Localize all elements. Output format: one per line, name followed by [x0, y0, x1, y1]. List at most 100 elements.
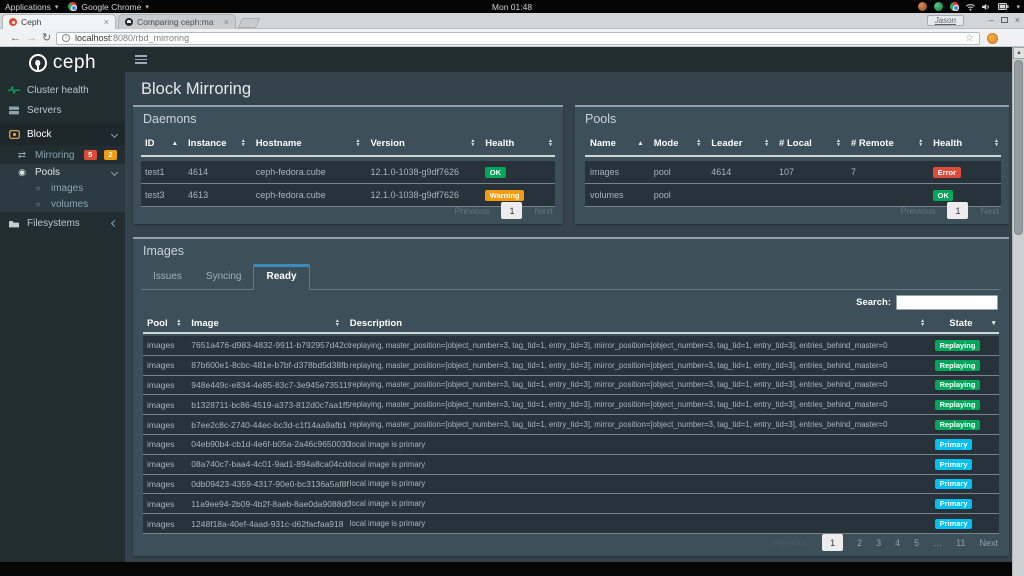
panel-title: Pools [585, 112, 616, 126]
sort-icon: ▲▼ [356, 139, 361, 147]
caret-down-icon[interactable]: ▾ [1016, 3, 1020, 11]
table-row[interactable]: test1 4614 ceph-fedora.cube 12.1.0-1038-… [141, 161, 555, 184]
url-text[interactable]: localhost:8080/rbd_mirroring [75, 33, 960, 43]
search-label: Search: [856, 297, 891, 308]
close-window-button[interactable]: × [1015, 15, 1020, 25]
column-header-hostname[interactable]: Hostname▲▼ [256, 138, 371, 149]
tray-chrome-icon[interactable] [950, 2, 959, 11]
tab-syncing[interactable]: Syncing [194, 265, 254, 289]
ceph-logo-text: ceph [53, 52, 96, 74]
table-row[interactable]: images 948e449c-e834-4e85-83c7-3e945e735… [143, 376, 999, 396]
table-row[interactable]: images 11a9ee94-2b09-4b2f-8aeb-8ae0da908… [143, 494, 999, 514]
battery-icon[interactable] [998, 3, 1009, 10]
next-button[interactable]: Next [980, 206, 999, 216]
column-header-leader[interactable]: Leader▲▼ [711, 138, 779, 149]
reload-button[interactable]: ↻ [42, 31, 51, 45]
page-button[interactable]: 5 [914, 538, 919, 548]
github-favicon-icon [125, 18, 133, 26]
browser-scrollbar[interactable]: ▲ [1012, 47, 1024, 576]
browser-profile-button[interactable]: Jason [927, 15, 964, 26]
page-button[interactable]: 11 [956, 538, 965, 548]
page-button-active[interactable]: 1 [947, 202, 968, 219]
new-tab-button[interactable] [238, 18, 261, 28]
table-row[interactable]: images 0db09423-4359-4317-90e0-bc3136a5a… [143, 475, 999, 495]
table-row[interactable]: images 87b600e1-8cbc-481e-b7bf-d378bd5d3… [143, 356, 999, 376]
column-header-remote[interactable]: # Remote▲▼ [851, 138, 933, 149]
table-row[interactable]: images 7651a476-d983-4832-9911-b792957d4… [143, 336, 999, 356]
wifi-icon[interactable] [966, 3, 975, 11]
scrollbar-thumb[interactable] [1014, 60, 1023, 235]
page-button-active[interactable]: 1 [501, 202, 522, 219]
bookmark-star-icon[interactable]: ☆ [965, 33, 974, 44]
sort-icon: ▲▼ [836, 139, 841, 147]
column-header-state[interactable]: State▼ [935, 318, 999, 329]
table-row[interactable]: images 1248f18a-40ef-4aad-931c-d62facfaa… [143, 514, 999, 534]
table-row[interactable]: images b7ee2c8c-2740-44ec-bc3d-c1f14aa9a… [143, 415, 999, 435]
address-bar[interactable]: i localhost:8080/rbd_mirroring ☆ [56, 32, 980, 45]
tray-app-icon[interactable] [934, 2, 943, 11]
minimize-button[interactable]: – [989, 15, 994, 25]
search-input[interactable] [896, 295, 998, 310]
sort-icon: ▲▼ [764, 139, 769, 147]
page-button[interactable]: 2 [857, 538, 862, 548]
sidebar-item-images[interactable]: ○ images [0, 180, 125, 196]
back-button[interactable]: ← [10, 31, 21, 45]
column-header-description[interactable]: Description▲▼ [350, 318, 935, 329]
table-row[interactable]: images pool 4614 107 7 Error [585, 161, 1001, 184]
maximize-button[interactable] [1001, 17, 1008, 23]
table-row[interactable]: images b1328711-bc86-4519-a373-812d0c7aa… [143, 395, 999, 415]
health-badge: OK [933, 190, 953, 201]
url-host: localhost [75, 33, 111, 43]
column-header-health[interactable]: Health▲▼ [933, 138, 1001, 149]
column-header-pool[interactable]: Pool▲▼ [147, 318, 191, 329]
previous-button[interactable]: Previous [773, 538, 808, 548]
sidebar-item-filesystems[interactable]: Filesystems [0, 213, 125, 234]
sidebar-item-block[interactable]: Block [0, 123, 125, 146]
forward-button[interactable]: → [26, 31, 37, 45]
page-button[interactable]: 4 [895, 538, 900, 548]
column-header-id[interactable]: ID▲ [145, 138, 188, 149]
chrome-logo-icon [68, 2, 77, 11]
next-button[interactable]: Next [979, 538, 998, 548]
sidebar-item-cluster-health[interactable]: Cluster health [0, 80, 125, 100]
tab-ceph[interactable]: Ceph × [2, 14, 116, 29]
hamburger-menu-icon[interactable] [135, 55, 147, 64]
column-header-health[interactable]: Health▲▼ [485, 138, 555, 149]
tab-ready[interactable]: Ready [253, 264, 309, 290]
chrome-app-menu[interactable]: Google Chrome ▾ [63, 2, 154, 12]
ceph-logo[interactable]: ceph [0, 47, 125, 79]
table-row[interactable]: images 04eb90b4-cb1d-4e6f-b05a-2a46c9650… [143, 435, 999, 455]
tab-issues[interactable]: Issues [141, 265, 194, 289]
sort-icon: ▲▼ [548, 139, 553, 147]
scroll-up-icon[interactable]: ▲ [1013, 47, 1024, 59]
profile-avatar[interactable] [987, 33, 998, 44]
dot-circle-icon: ◉ [16, 167, 28, 178]
applications-menu[interactable]: Applications ▾ [0, 2, 63, 12]
column-header-version[interactable]: Version▲▼ [370, 138, 485, 149]
page-button-active[interactable]: 1 [822, 534, 843, 551]
images-pagination: Previous 1 2 3 4 5 … 11 Next [773, 534, 998, 551]
column-header-image[interactable]: Image▲▼ [191, 318, 349, 329]
volume-icon[interactable] [982, 3, 991, 11]
page-info-icon[interactable]: i [62, 34, 70, 42]
column-header-local[interactable]: # Local▲▼ [779, 138, 851, 149]
tab-close-icon[interactable]: × [224, 18, 229, 27]
mirroring-warning-badge: 2 [104, 150, 117, 161]
column-header-mode[interactable]: Mode▲▼ [654, 138, 712, 149]
sidebar-item-volumes[interactable]: ○ volumes [0, 196, 125, 212]
previous-button[interactable]: Previous [454, 206, 489, 216]
daemons-panel: Daemons ID▲ Instance▲▼ Hostname▲▼ Versio… [133, 105, 563, 224]
column-header-instance[interactable]: Instance▲▼ [188, 138, 256, 149]
tab-close-icon[interactable]: × [104, 18, 109, 27]
page-button[interactable]: 3 [876, 538, 881, 548]
sidebar-item-mirroring[interactable]: ⇄ Mirroring 5 2 [0, 146, 125, 164]
sidebar-item-servers[interactable]: Servers [0, 100, 125, 120]
ceph-logo-icon [29, 54, 47, 72]
column-header-name[interactable]: Name▲ [590, 138, 654, 149]
previous-button[interactable]: Previous [900, 206, 935, 216]
table-row[interactable]: images 08a740c7-baa4-4c01-9ad1-894a8ca04… [143, 455, 999, 475]
sidebar-item-pools[interactable]: ◉ Pools [0, 164, 125, 180]
tab-github-compare[interactable]: Comparing ceph:ma × [118, 14, 236, 29]
next-button[interactable]: Next [534, 206, 553, 216]
tray-app-icon[interactable] [918, 2, 927, 11]
